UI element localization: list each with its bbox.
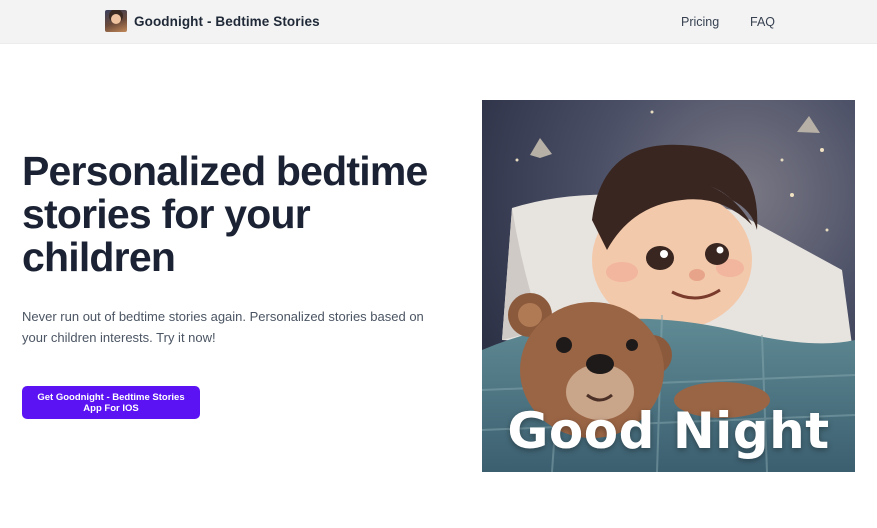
nav-link-pricing[interactable]: Pricing — [681, 15, 719, 29]
top-navbar: Goodnight - Bedtime Stories Pricing FAQ — [0, 0, 877, 44]
hero-title: Personalized bedtime stories for your ch… — [22, 148, 428, 280]
get-ios-app-button[interactable]: Get Goodnight - Bedtime Stories App For … — [22, 386, 200, 419]
hero-illustration: Good Night — [482, 100, 855, 472]
brand-link[interactable]: Goodnight - Bedtime Stories — [105, 10, 320, 32]
image-caption: Good Night — [507, 402, 830, 460]
app-logo-icon — [105, 10, 127, 32]
hero-description: Never run out of bedtime stories again. … — [22, 309, 424, 345]
brand-name: Goodnight - Bedtime Stories — [134, 13, 320, 29]
nav-link-faq[interactable]: FAQ — [750, 15, 775, 29]
